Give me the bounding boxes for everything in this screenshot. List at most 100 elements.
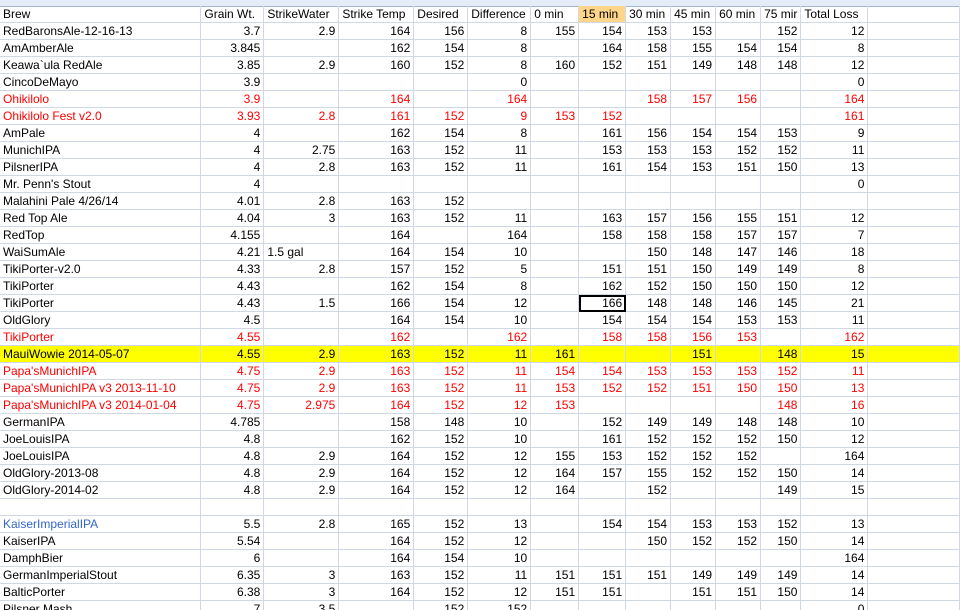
data-cell[interactable] [760, 498, 802, 516]
data-cell[interactable] [625, 107, 672, 125]
data-cell[interactable]: 163 [578, 209, 627, 227]
data-cell[interactable]: 151 [578, 260, 627, 278]
data-cell[interactable] [530, 226, 580, 244]
data-cell[interactable]: 4.04 [200, 209, 265, 227]
data-cell[interactable] [263, 532, 340, 550]
data-cell[interactable] [867, 362, 960, 380]
data-cell[interactable]: 152 [715, 447, 762, 465]
data-cell[interactable] [867, 532, 960, 550]
brew-name-cell[interactable]: CincoDeMayo [0, 73, 202, 91]
data-cell[interactable]: 164 [800, 447, 869, 465]
data-cell[interactable]: 12 [800, 22, 869, 40]
brew-name-cell[interactable] [0, 498, 202, 516]
data-cell[interactable] [578, 396, 627, 414]
data-cell[interactable]: 152 [578, 56, 627, 74]
data-cell[interactable]: 152 [578, 379, 627, 397]
data-cell[interactable]: 4.8 [200, 430, 265, 448]
data-cell[interactable] [867, 430, 960, 448]
data-cell[interactable]: 11 [467, 362, 532, 380]
data-cell[interactable]: 152 [760, 362, 802, 380]
data-cell[interactable]: 4.155 [200, 226, 265, 244]
data-cell[interactable]: 153 [578, 447, 627, 465]
data-cell[interactable]: 8 [467, 22, 532, 40]
data-cell[interactable]: 154 [715, 124, 762, 142]
data-cell[interactable]: 161 [530, 345, 580, 363]
data-cell[interactable]: 153 [530, 107, 580, 125]
data-cell[interactable]: 152 [413, 481, 469, 499]
brew-name-cell[interactable]: JoeLouisIPA [0, 447, 202, 465]
data-cell[interactable] [867, 396, 960, 414]
column-header[interactable]: Total Loss [800, 6, 869, 23]
data-cell[interactable]: 148 [760, 413, 802, 431]
data-cell[interactable] [263, 226, 340, 244]
data-cell[interactable]: 152 [715, 430, 762, 448]
data-cell[interactable]: 150 [715, 277, 762, 295]
data-cell[interactable]: 154 [578, 362, 627, 380]
data-cell[interactable]: 151 [670, 379, 717, 397]
data-cell[interactable] [530, 158, 580, 176]
data-cell[interactable] [625, 498, 672, 516]
data-cell[interactable]: 163 [338, 566, 415, 584]
data-cell[interactable]: 148 [715, 413, 762, 431]
data-cell[interactable]: 16 [800, 396, 869, 414]
data-cell[interactable]: 162 [578, 277, 627, 295]
data-cell[interactable] [867, 294, 960, 312]
data-cell[interactable]: 8 [800, 39, 869, 57]
data-cell[interactable]: 12 [467, 294, 532, 312]
data-cell[interactable]: 8 [467, 277, 532, 295]
data-cell[interactable]: 3.5 [263, 600, 340, 610]
data-cell[interactable] [530, 600, 580, 610]
data-cell[interactable]: 150 [760, 430, 802, 448]
data-cell[interactable] [200, 498, 265, 516]
data-cell[interactable]: 153 [670, 158, 717, 176]
data-cell[interactable]: 148 [715, 56, 762, 74]
data-cell[interactable]: 5 [467, 260, 532, 278]
data-cell[interactable]: 151 [530, 583, 580, 601]
column-header[interactable]: 75 mir [760, 6, 802, 23]
data-cell[interactable] [625, 345, 672, 363]
data-cell[interactable]: 3.9 [200, 73, 265, 91]
data-cell[interactable] [715, 22, 762, 40]
data-cell[interactable]: 157 [715, 226, 762, 244]
brew-name-cell[interactable]: Mr. Penn's Stout [0, 175, 202, 193]
brew-name-cell[interactable]: GermanImperialStout [0, 566, 202, 584]
data-cell[interactable] [263, 90, 340, 108]
data-cell[interactable]: 152 [413, 515, 469, 533]
data-cell[interactable]: 163 [338, 141, 415, 159]
data-cell[interactable]: 154 [413, 243, 469, 261]
data-cell[interactable]: 156 [413, 22, 469, 40]
data-cell[interactable]: 152 [413, 107, 469, 125]
data-cell[interactable] [867, 22, 960, 40]
data-cell[interactable]: 12 [800, 430, 869, 448]
data-cell[interactable]: 164 [338, 396, 415, 414]
column-header[interactable]: StrikeWater [263, 6, 340, 23]
data-cell[interactable]: 154 [625, 158, 672, 176]
data-cell[interactable]: 153 [530, 396, 580, 414]
brew-name-cell[interactable]: Papa'sMunichIPA v3 2013-11-10 [0, 379, 202, 397]
data-cell[interactable]: 2.9 [263, 379, 340, 397]
data-cell[interactable] [530, 328, 580, 346]
data-cell[interactable]: 4 [200, 124, 265, 142]
data-cell[interactable]: 163 [338, 362, 415, 380]
data-cell[interactable] [670, 107, 717, 125]
data-cell[interactable]: 160 [338, 56, 415, 74]
data-cell[interactable]: 153 [760, 311, 802, 329]
data-cell[interactable]: 3.93 [200, 107, 265, 125]
data-cell[interactable]: 153 [715, 311, 762, 329]
data-cell[interactable]: 152 [467, 600, 532, 610]
data-cell[interactable]: 11 [467, 345, 532, 363]
data-cell[interactable] [867, 379, 960, 397]
data-cell[interactable]: 2.8 [263, 260, 340, 278]
data-cell[interactable]: 154 [625, 515, 672, 533]
data-cell[interactable]: 10 [800, 413, 869, 431]
data-cell[interactable] [413, 498, 469, 516]
data-cell[interactable] [530, 311, 580, 329]
brew-name-cell[interactable]: WaiSumAle [0, 243, 202, 261]
data-cell[interactable]: 4.21 [200, 243, 265, 261]
data-cell[interactable] [867, 464, 960, 482]
data-cell[interactable]: 4 [200, 141, 265, 159]
data-cell[interactable]: 155 [530, 22, 580, 40]
data-cell[interactable] [625, 396, 672, 414]
data-cell[interactable]: 10 [467, 311, 532, 329]
data-cell[interactable]: 148 [760, 396, 802, 414]
